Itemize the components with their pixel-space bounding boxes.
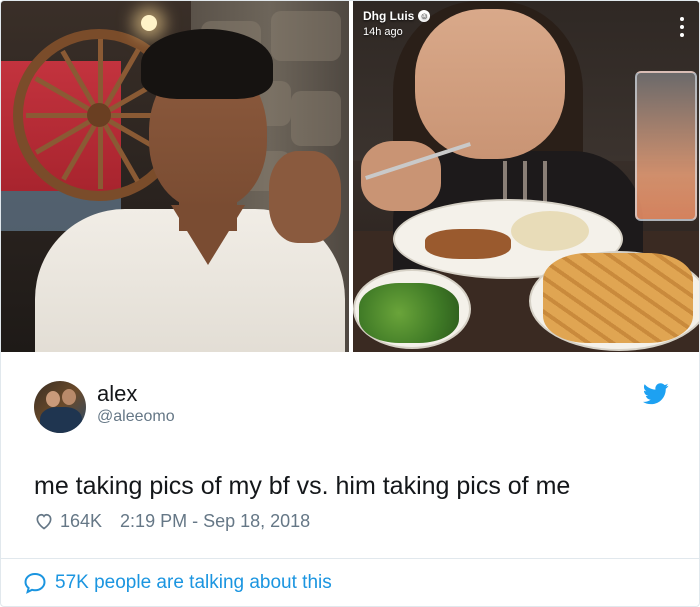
like-count[interactable]: 164K [60,511,102,532]
snapchat-badge-icon: ☺ [418,10,431,22]
tweet-card: Dhg Luis ☺ 14h ago alex @aleeomo me taki… [0,0,700,607]
snapchat-username-text: Dhg Luis [363,9,415,23]
woman-face [415,9,565,159]
conversation-link[interactable]: 57K people are talking about this [23,571,332,595]
salad [359,283,459,343]
hand [269,151,341,243]
twitter-bird-icon[interactable] [643,383,669,405]
food-mashed-potatoes [511,211,589,251]
avatar[interactable] [34,381,86,433]
speech-bubble-icon [24,572,46,594]
tweet-text: me taking pics of my bf vs. him taking p… [34,472,571,500]
divider [1,558,699,559]
ceiling-lamp [141,15,157,31]
tweet-timestamp[interactable]: 2:19 PM - Sep 18, 2018 [120,511,310,532]
heart-outline-icon[interactable] [34,511,54,531]
user-handle[interactable]: @aleeomo [97,408,175,426]
display-name[interactable]: alex [97,381,137,407]
french-fries [543,253,693,343]
drink-glass [635,71,697,221]
photo-boyfriend[interactable] [1,1,349,352]
tweet-meta: 164K 2:19 PM - Sep 18, 2018 [34,510,310,532]
snapchat-timestamp: 14h ago [363,26,403,38]
wheel-hub [87,103,111,127]
conversation-text: 57K people are talking about this [55,572,332,593]
snapchat-username: Dhg Luis ☺ [363,9,431,23]
photo-girlfriend-snapchat[interactable] [353,1,699,352]
vertical-dots-icon[interactable] [679,17,685,37]
tweet-media: Dhg Luis ☺ 14h ago [1,1,699,352]
man-hair [141,29,273,99]
food-meat [425,229,511,259]
